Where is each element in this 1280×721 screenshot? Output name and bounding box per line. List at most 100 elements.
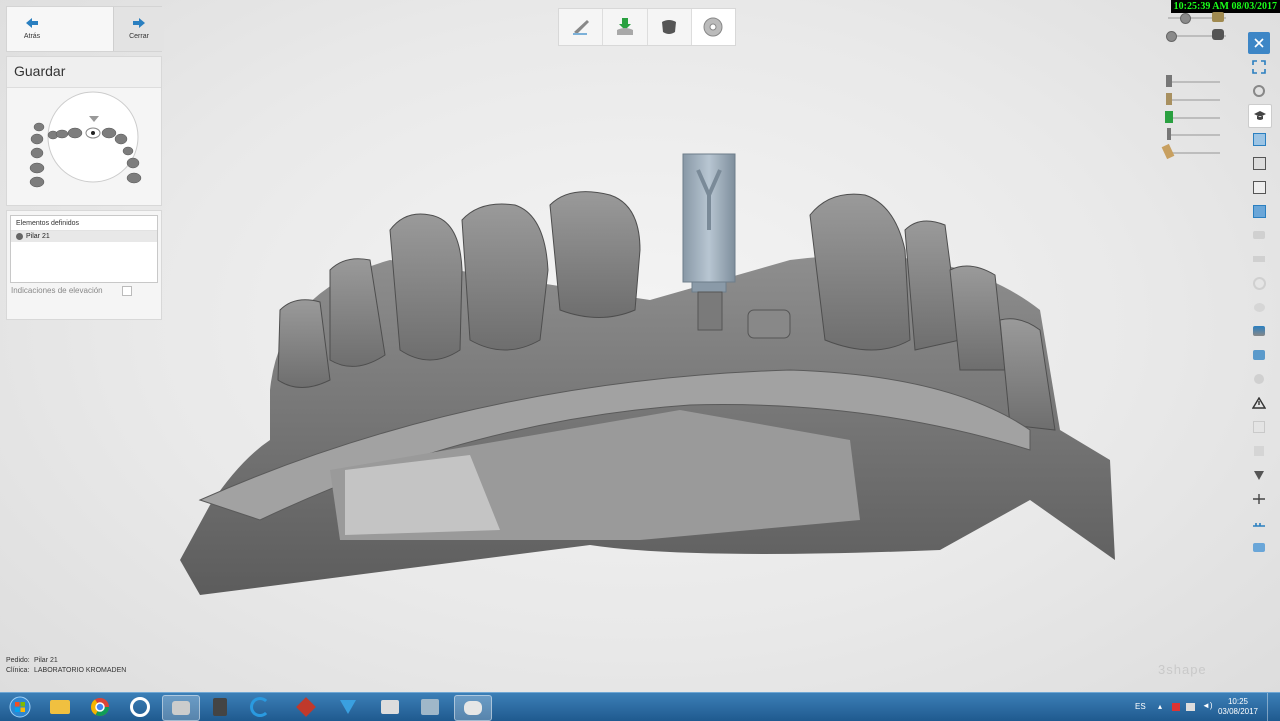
- tray-arrow-icon[interactable]: ▴: [1158, 702, 1162, 711]
- taskbar-app-7[interactable]: [288, 695, 324, 719]
- timestamp-overlay: 10:25:39 AM 08/03/2017: [1170, 0, 1280, 13]
- camera-icon: [381, 700, 399, 714]
- tooth-icon: [662, 20, 677, 34]
- clinic-label: Clínica:: [6, 667, 30, 674]
- tool-icon: [1161, 143, 1175, 160]
- arrow-left-icon: [26, 18, 38, 28]
- disabled-tool-2[interactable]: [1248, 248, 1270, 270]
- view-left-button[interactable]: [1248, 176, 1270, 198]
- model-download-icon: [616, 18, 633, 35]
- disc-tool-button[interactable]: [691, 9, 735, 45]
- warning-button[interactable]: [1248, 392, 1270, 414]
- taskbar-chrome[interactable]: [82, 695, 118, 719]
- view-right-button[interactable]: [1248, 200, 1270, 222]
- taskbar-dental-system[interactable]: [162, 695, 200, 721]
- taskbar-app-5[interactable]: [202, 695, 238, 719]
- network-icon[interactable]: [1186, 703, 1195, 711]
- section-tool-button[interactable]: [1248, 536, 1270, 558]
- clock-date: 03/08/2017: [1217, 707, 1258, 716]
- scan-model-button[interactable]: [1248, 320, 1270, 342]
- tooth-arch-diagram[interactable]: [27, 91, 147, 195]
- dental-model-viewport[interactable]: [170, 140, 1130, 610]
- close-label: Cerrar: [129, 33, 149, 40]
- taskbar-app-3[interactable]: [122, 695, 158, 719]
- clock-time: 10:25: [1227, 697, 1248, 706]
- axis-tool-button[interactable]: [1248, 488, 1270, 510]
- navigation-bar: Atrás Cerrar: [6, 6, 164, 52]
- cube-back-icon: [1252, 156, 1266, 170]
- show-desktop-button[interactable]: [1267, 693, 1280, 721]
- view-front-button[interactable]: [1248, 128, 1270, 150]
- order-value: Pilar 21: [34, 657, 58, 664]
- dental-app-icon: [172, 701, 190, 715]
- disabled-tool-7[interactable]: [1248, 440, 1270, 462]
- view-back-button[interactable]: [1248, 152, 1270, 174]
- taskbar-app-10[interactable]: [412, 695, 448, 719]
- order-info: Pedido: Pilar 21 Clínica: LABORATORIO KROM…: [6, 656, 126, 676]
- cube-icon: [1254, 446, 1264, 456]
- back-label: Atrás: [23, 33, 41, 40]
- shield-icon: [1254, 471, 1264, 480]
- elements-list: Elementos definidos Pilar 21: [10, 215, 158, 283]
- implant-icon: [1166, 75, 1172, 87]
- close-icon: [1254, 38, 1264, 48]
- clock[interactable]: 10:25 03/08/2017: [1218, 697, 1258, 717]
- brand-logo: 3shape: [1158, 662, 1207, 677]
- fullscreen-icon: [1252, 60, 1266, 74]
- save-title: Guardar: [14, 63, 66, 79]
- close-button[interactable]: Cerrar: [113, 7, 164, 51]
- device-icon: [421, 699, 439, 715]
- volume-icon[interactable]: ◄): [1202, 701, 1213, 710]
- folder-icon: [50, 700, 70, 714]
- taskbar-app-6[interactable]: [242, 695, 278, 719]
- triangle-app-icon: [340, 700, 356, 714]
- windows-logo-icon: [9, 696, 31, 718]
- close-view-button[interactable]: [1248, 32, 1270, 54]
- pin-icon: [1167, 128, 1171, 140]
- taskbar-app-8[interactable]: [330, 695, 366, 719]
- taskbar-app-11[interactable]: [454, 695, 492, 721]
- disabled-tool-5[interactable]: [1248, 368, 1270, 390]
- disabled-tool-3[interactable]: [1248, 272, 1270, 294]
- rotate-button[interactable]: [1248, 80, 1270, 102]
- scanner-icon: [213, 698, 227, 716]
- view-toolbar: [558, 8, 736, 46]
- measure-tool-button[interactable]: [1248, 512, 1270, 534]
- fullscreen-button[interactable]: [1248, 56, 1270, 78]
- knife-icon: [1253, 256, 1265, 262]
- magnify-icon: [1252, 276, 1266, 290]
- section-icon: [1253, 542, 1265, 552]
- list-item-label: Pilar 21: [26, 233, 50, 240]
- disc-icon: [703, 17, 723, 37]
- disabled-tool-4[interactable]: [1248, 296, 1270, 318]
- disabled-tool-6[interactable]: [1248, 416, 1270, 438]
- taskbar-explorer[interactable]: [42, 695, 78, 719]
- arrow-right-icon: [133, 18, 145, 28]
- brush-icon: [1253, 231, 1265, 239]
- model-app-icon: [464, 701, 482, 715]
- shield-tool-button[interactable]: [1248, 464, 1270, 486]
- clinic-value: LABORATORIO KROMADEN: [34, 667, 127, 674]
- rotate-icon: [1253, 85, 1265, 97]
- scan-tool-button[interactable]: [559, 9, 604, 45]
- tooth-tool-button[interactable]: [648, 9, 692, 45]
- scanbody-icon: [1165, 111, 1173, 123]
- start-button[interactable]: [2, 694, 38, 720]
- abutment-view-button[interactable]: [1248, 344, 1270, 366]
- lower-jaw-icon: [1212, 29, 1224, 40]
- save-panel: Guardar: [6, 56, 162, 206]
- disabled-tool-1[interactable]: [1248, 224, 1270, 246]
- back-button[interactable]: Atrás: [7, 7, 57, 51]
- warning-icon: [1252, 397, 1266, 409]
- list-item[interactable]: Pilar 21: [11, 231, 157, 242]
- education-button[interactable]: [1248, 104, 1272, 128]
- c-app-icon: [250, 697, 270, 717]
- taskbar-app-9[interactable]: [372, 695, 408, 719]
- model-tool-button[interactable]: [603, 9, 648, 45]
- graduation-cap-icon: [1254, 111, 1266, 120]
- cube-front-icon: [1252, 132, 1266, 146]
- language-indicator[interactable]: ES: [1135, 702, 1146, 711]
- abutment-icon: [16, 233, 23, 240]
- elevation-checkbox[interactable]: [122, 286, 132, 296]
- flag-icon[interactable]: [1172, 703, 1180, 711]
